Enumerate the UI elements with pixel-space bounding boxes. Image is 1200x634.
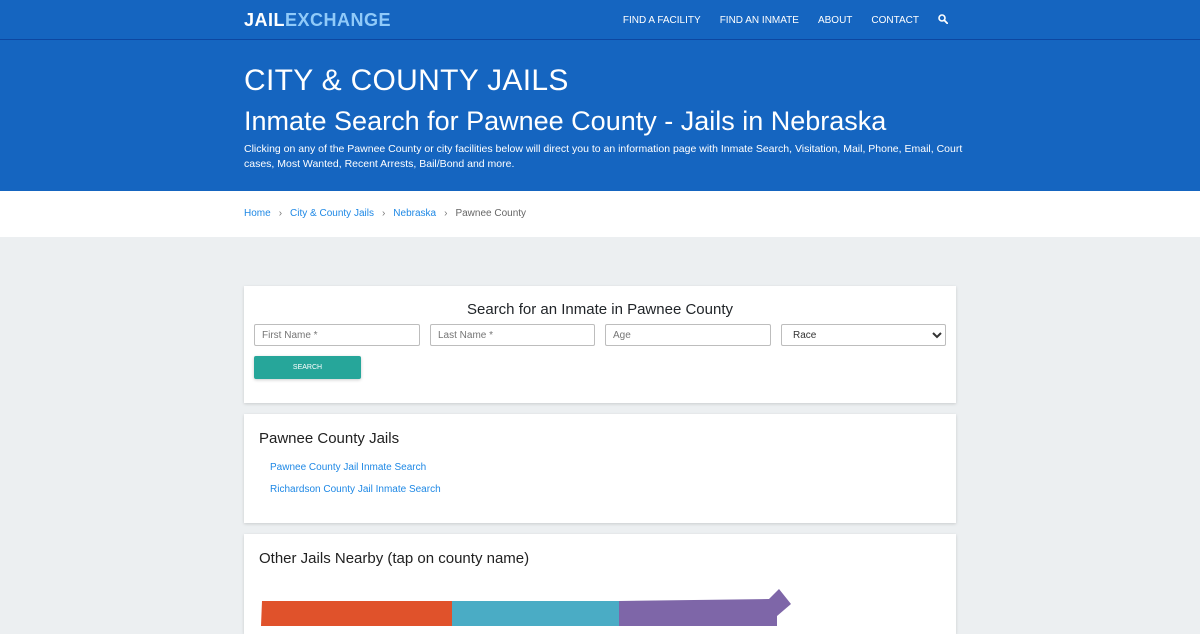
nav-about[interactable]: ABOUT — [818, 15, 852, 26]
first-name-input[interactable] — [254, 324, 420, 346]
logo-text-jail: JAIL — [244, 10, 286, 30]
search-card-title: Search for an Inmate in Pawnee County — [467, 301, 733, 318]
logo-text-exchange: EXCHANGE — [285, 10, 392, 30]
breadcrumb: Home › City & County Jails › Nebraska › … — [244, 208, 526, 219]
hero-banner: CITY & COUNTY JAILS Inmate Search for Pa… — [0, 40, 1200, 191]
search-icon[interactable] — [938, 11, 949, 29]
nearby-jails-heading: Other Jails Nearby (tap on county name) — [259, 550, 530, 567]
breadcrumb-home[interactable]: Home — [244, 208, 271, 219]
page-title: Inmate Search for Pawnee County - Jails … — [244, 106, 887, 136]
site-logo[interactable]: JAILEXCHANGE — [244, 10, 391, 31]
map-county-east[interactable] — [619, 589, 791, 626]
last-name-input[interactable] — [430, 324, 595, 346]
nearby-county-map — [261, 589, 791, 626]
search-button[interactable]: SEARCH — [254, 356, 361, 379]
age-input[interactable] — [605, 324, 771, 346]
jail-link-pawnee[interactable]: Pawnee County Jail Inmate Search — [270, 462, 426, 473]
breadcrumb-current: Pawnee County — [455, 208, 527, 219]
inmate-search-card: Search for an Inmate in Pawnee County Ra… — [244, 286, 956, 403]
nav-find-facility[interactable]: FIND A FACILITY — [623, 15, 701, 26]
chevron-right-icon: › — [444, 208, 448, 219]
breadcrumb-nebraska[interactable]: Nebraska — [393, 208, 436, 219]
jail-link-richardson[interactable]: Richardson County Jail Inmate Search — [270, 484, 441, 495]
hero-kicker: CITY & COUNTY JAILS — [244, 64, 569, 97]
nearby-jails-card: Other Jails Nearby (tap on county name) — [244, 534, 956, 634]
breadcrumb-city-county-jails[interactable]: City & County Jails — [290, 208, 374, 219]
top-navbar: JAILEXCHANGE FIND A FACILITY FIND AN INM… — [0, 0, 1200, 40]
chevron-right-icon: › — [278, 208, 283, 219]
breadcrumb-bar: Home › City & County Jails › Nebraska › … — [0, 191, 1200, 237]
map-county-west[interactable] — [261, 601, 452, 626]
county-jails-heading: Pawnee County Jails — [259, 430, 400, 447]
map-county-center[interactable] — [452, 601, 619, 626]
hero-description: Clicking on any of the Pawnee County or … — [244, 143, 963, 170]
chevron-right-icon: › — [381, 208, 386, 219]
county-jails-card: Pawnee County Jails Pawnee County Jail I… — [244, 414, 956, 523]
nav-find-inmate[interactable]: FIND AN INMATE — [720, 15, 799, 26]
nav-contact[interactable]: CONTACT — [871, 15, 919, 26]
main-nav: FIND A FACILITY FIND AN INMATE ABOUT CON… — [623, 0, 949, 40]
race-select[interactable]: Race — [781, 324, 946, 346]
